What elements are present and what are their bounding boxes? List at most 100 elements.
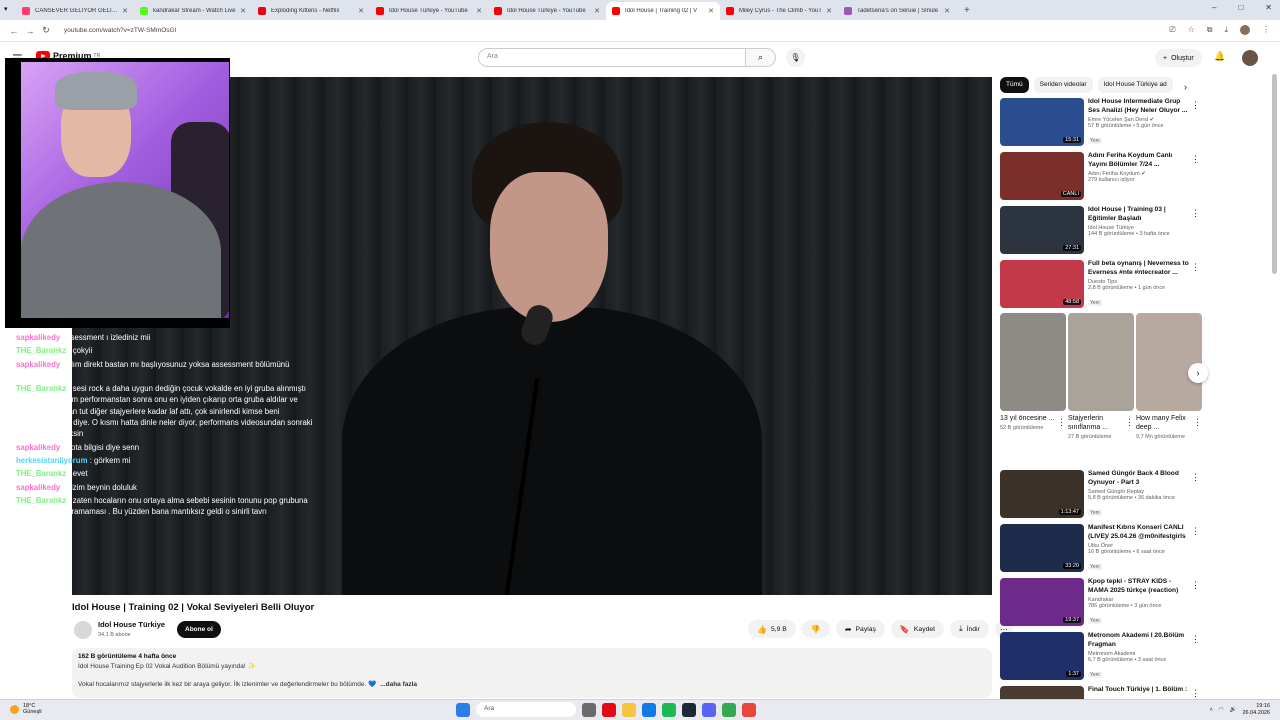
weather-widget[interactable]: 18°C Güneşli — [10, 703, 42, 715]
chat-username[interactable]: sapkalikedy — [16, 360, 60, 369]
more-options-icon[interactable]: ⋮ — [1193, 417, 1202, 428]
url-field[interactable]: youtube.com/watch?v=zTW-SMmOsGI — [64, 27, 176, 34]
taskbar-search-input[interactable]: Ara — [476, 702, 576, 717]
browser-tab[interactable]: Miley Cyrus - The Climb - YouT ✕ — [720, 2, 838, 20]
discord-app-icon[interactable] — [702, 702, 716, 717]
browser-tab[interactable]: Exploding Kittens - Netflix ✕ — [252, 2, 370, 20]
tab-close-icon[interactable]: ✕ — [826, 7, 832, 15]
subscribe-button[interactable]: Abone ol — [177, 621, 221, 638]
video-thumbnail[interactable]: 48:58 — [1000, 260, 1084, 308]
channel-name[interactable]: Idol House Türkiye — [98, 620, 165, 629]
short-title[interactable]: 13 yıl öncesine ... — [1000, 414, 1055, 423]
more-options-icon[interactable]: ⋮ — [1191, 208, 1200, 219]
chat-username[interactable]: THE_Barankz — [16, 384, 66, 393]
volume-icon[interactable]: 🔊 — [1230, 707, 1237, 713]
save-button[interactable]: 🔖 Kaydet — [890, 620, 945, 638]
recommended-video[interactable]: 19:37 Kpop tepki - STRAY KIDS - MAMA 2025… — [1000, 578, 1200, 628]
close-window-button[interactable]: ✕ — [1265, 3, 1272, 12]
tab-close-icon[interactable]: ✕ — [944, 7, 950, 15]
profile-avatar[interactable] — [1240, 25, 1250, 35]
page-scrollbar[interactable] — [1272, 44, 1277, 694]
chat-username[interactable]: sapkalikedy — [16, 483, 60, 492]
bookmark-star-icon[interactable]: ☆ — [1188, 25, 1195, 35]
more-options-icon[interactable]: ⋮ — [1191, 100, 1200, 111]
recommended-title[interactable]: Manifest Kıbrıs Konseri CANLI (LIVE)/ 25… — [1088, 524, 1192, 541]
tab-close-icon[interactable]: ✕ — [358, 7, 364, 15]
more-options-icon[interactable]: ⋮ — [1191, 634, 1200, 645]
more-options-icon[interactable]: ⋮ — [1191, 472, 1200, 483]
task-view-icon[interactable] — [582, 702, 596, 717]
like-button[interactable]: 👍 5,9 B — [748, 620, 796, 638]
recommended-title[interactable]: Metronom Akademi I 20.Bölüm Fragman — [1088, 632, 1192, 649]
show-more-link[interactable]: ...daha fazla — [380, 681, 417, 688]
tab-close-icon[interactable]: ✕ — [240, 7, 246, 15]
dislike-button[interactable]: 👎 — [801, 620, 830, 638]
short-thumbnail[interactable] — [1000, 313, 1066, 411]
short-item[interactable]: Stajyerlerin sınıflanma ... 27 B görüntül… — [1068, 313, 1134, 440]
more-options-icon[interactable]: ⋮ — [1191, 688, 1200, 699]
tray-expand-icon[interactable]: ˄ — [1210, 707, 1213, 713]
steam-app-icon[interactable] — [682, 702, 696, 717]
spotify-app-icon[interactable] — [662, 702, 676, 717]
recommended-title[interactable]: Adını Feriha Koydum Canlı Yayını Bölümle… — [1088, 152, 1192, 169]
start-menu-icon[interactable] — [456, 702, 470, 717]
tab-close-icon[interactable]: ✕ — [476, 7, 482, 15]
app-icon[interactable] — [742, 702, 756, 717]
search-button[interactable]: ⌕ — [746, 48, 776, 67]
recommended-video[interactable]: 15:31 Idol House Intermediate Grup Ses An… — [1000, 98, 1200, 148]
shorts-next-chevron-icon[interactable]: › — [1188, 363, 1208, 383]
browser-tab[interactable]: kandrakar Stream - Watch Live ✕ — [134, 2, 252, 20]
chat-username[interactable]: sapkalikedy — [16, 443, 60, 452]
chips-next-chevron-icon[interactable]: › — [1184, 82, 1187, 92]
tab-close-icon[interactable]: ✕ — [122, 7, 128, 15]
recommended-video[interactable]: 27:31 Idol House | Training 03 | Eğitimle… — [1000, 206, 1200, 256]
chat-username[interactable]: THE_Barankz — [16, 346, 66, 355]
recommended-video[interactable]: 33:20 Manifest Kıbrıs Konseri CANLI (LIVE… — [1000, 524, 1200, 574]
chat-username[interactable]: sapkalikedy — [16, 333, 60, 342]
download-icon[interactable]: ⤓ — [1224, 25, 1228, 35]
create-button[interactable]: + Oluştur — [1155, 49, 1202, 67]
more-options-icon[interactable]: ⋮ — [1191, 262, 1200, 273]
edge-browser-icon[interactable] — [642, 702, 656, 717]
netflix-app-icon[interactable] — [602, 702, 616, 717]
tab-close-icon[interactable]: ✕ — [594, 7, 600, 15]
wifi-icon[interactable]: ◠ — [1219, 707, 1224, 713]
recommended-title[interactable]: Kpop tepki - STRAY KIDS - MAMA 2025 türk… — [1088, 578, 1192, 595]
extensions-icon[interactable]: ⧉ — [1207, 25, 1213, 35]
more-options-icon[interactable]: ⋮ — [1191, 526, 1200, 537]
notifications-bell-icon[interactable]: 🔔 — [1214, 51, 1225, 62]
tab-list-icon[interactable]: ▾ — [4, 5, 8, 13]
recommended-video[interactable]: 1:37 Metronom Akademi I 20.Bölüm Fragman M… — [1000, 632, 1200, 682]
video-thumbnail[interactable]: 33:20 — [1000, 524, 1084, 572]
recommended-title[interactable]: Final Touch Türkiye | 1. Bölüm : — [1088, 686, 1192, 695]
download-button[interactable]: ⤓ İndir — [950, 620, 989, 638]
short-title[interactable]: How many Felix deep ... — [1136, 414, 1191, 432]
browser-tab[interactable]: Idol House | Training 02 | V ✕ — [606, 2, 720, 20]
maximize-button[interactable]: □ — [1238, 3, 1243, 12]
video-thumbnail[interactable]: 19:37 — [1000, 578, 1084, 626]
minimize-button[interactable]: – — [1212, 3, 1216, 12]
chat-username[interactable]: herkesistanliyorum — [16, 456, 88, 465]
short-thumbnail[interactable] — [1136, 313, 1202, 411]
chat-username[interactable]: THE_Barankz — [16, 469, 66, 478]
short-thumbnail[interactable] — [1068, 313, 1134, 411]
video-thumbnail[interactable]: 27:31 — [1000, 206, 1084, 254]
forward-icon[interactable]: → — [22, 26, 38, 36]
video-thumbnail[interactable]: CANLI — [1000, 152, 1084, 200]
recommended-title[interactable]: Full beta oynanış | Neverness to Evernes… — [1088, 260, 1192, 277]
browser-tab[interactable]: Idol House Türkiye - YouTube ✕ — [370, 2, 488, 20]
browser-tab[interactable]: Idol House Türkiye - YouTube ✕ — [488, 2, 606, 20]
more-options-icon[interactable]: ⋮ — [1191, 154, 1200, 165]
recommended-title[interactable]: Idol House Intermediate Grup Ses Analizi… — [1088, 98, 1192, 115]
video-thumbnail[interactable]: 1:37 — [1000, 632, 1084, 680]
video-thumbnail[interactable]: 1:13:47 — [1000, 470, 1084, 518]
account-avatar[interactable] — [1242, 50, 1258, 66]
share-button[interactable]: ➦ Paylaş — [835, 620, 885, 638]
filter-chip[interactable]: Tümü — [1000, 77, 1029, 93]
recommended-video[interactable]: 48:58 Full beta oynanış | Neverness to Ev… — [1000, 260, 1200, 310]
cast-icon[interactable]: ⎚ — [1169, 25, 1175, 35]
chrome-browser-icon[interactable] — [722, 702, 736, 717]
video-thumbnail[interactable]: 15:31 — [1000, 98, 1084, 146]
tab-close-icon[interactable]: ✕ — [708, 7, 714, 15]
system-clock[interactable]: 19:16 26.04.2026 — [1242, 703, 1270, 716]
